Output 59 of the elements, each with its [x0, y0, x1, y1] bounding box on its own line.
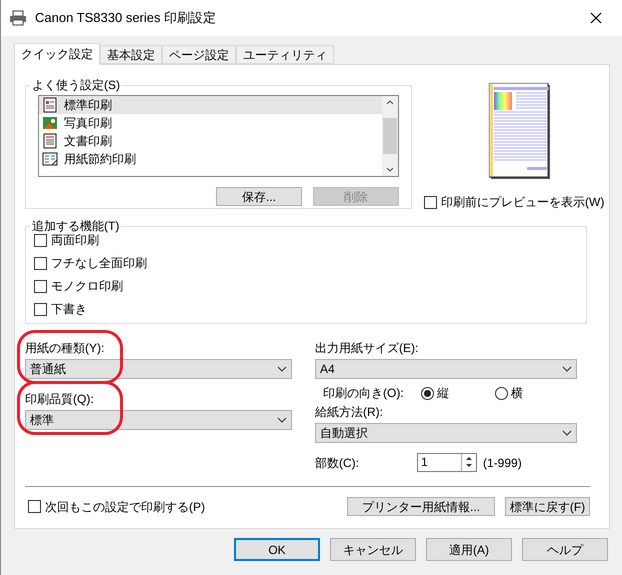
button[interactable]: ヘルプ	[522, 538, 608, 561]
field-label: 印刷の向き(O):	[323, 385, 405, 401]
chevron-down-icon	[277, 366, 287, 372]
window-title: Canon TS8330 series 印刷設定	[35, 10, 216, 26]
dropdown[interactable]: 普通紙	[25, 359, 292, 379]
checkbox[interactable]	[34, 256, 47, 270]
list-item[interactable]: 文書印刷	[39, 132, 382, 150]
checkbox[interactable]	[34, 280, 47, 292]
dropdown[interactable]: 標準	[25, 410, 292, 430]
button[interactable]: 保存...	[216, 187, 302, 206]
field-label: 部数(C):	[315, 454, 360, 470]
list-item[interactable]: 標準印刷	[39, 96, 382, 114]
range-text: (1-999)	[483, 454, 522, 470]
dropdown[interactable]: 自動選択	[315, 423, 577, 443]
checkbox-label: フチなし全面印刷	[51, 255, 147, 271]
radio-label: 横	[511, 385, 523, 401]
document-icon	[42, 133, 58, 149]
dropdown[interactable]: A4	[315, 359, 577, 379]
checkbox[interactable]	[424, 196, 437, 208]
field-label: 出力用紙サイズ(E):	[315, 340, 420, 356]
button[interactable]: キャンセル	[330, 538, 416, 561]
multi-page-icon	[42, 151, 58, 167]
button[interactable]: OK	[234, 538, 320, 561]
field-label: 印刷品質(Q):	[25, 391, 95, 407]
radio-button[interactable]	[495, 386, 508, 400]
field-label: 用紙の種類(Y):	[25, 340, 106, 356]
checkbox[interactable]	[34, 234, 47, 246]
checkbox[interactable]	[28, 500, 41, 513]
photo-icon	[42, 115, 58, 131]
checkbox-label: 次回もこの設定で印刷する(P)	[45, 498, 205, 514]
tab[interactable]: ページ設定	[162, 45, 236, 64]
tab[interactable]: クイック設定	[14, 43, 100, 65]
scrollbar[interactable]	[382, 96, 398, 176]
checkbox-label: 下書き	[51, 301, 87, 317]
tab[interactable]: 基本設定	[100, 45, 162, 64]
close-icon[interactable]	[590, 12, 602, 24]
chevron-down-icon	[562, 430, 572, 436]
document-icon	[42, 97, 58, 113]
chevron-down-icon[interactable]	[386, 167, 394, 172]
group-label: よく使う設定(S)	[31, 77, 121, 93]
button[interactable]: 標準に戻す(F)	[505, 497, 590, 516]
chevron-down-icon	[562, 366, 572, 372]
field-label: 給紙方法(R):	[315, 404, 384, 420]
checkbox[interactable]	[34, 302, 47, 316]
checkbox-label: モノクロ印刷	[51, 278, 123, 294]
printer-icon	[9, 10, 27, 26]
radio-button[interactable]	[421, 386, 434, 400]
button[interactable]: 適用(A)	[426, 538, 512, 561]
chevron-up-icon[interactable]	[386, 100, 394, 105]
chevron-down-icon	[277, 417, 287, 423]
radio-label: 縦	[437, 385, 449, 401]
tab[interactable]: ユーティリティ	[236, 45, 334, 64]
checkbox-label: 両面印刷	[51, 232, 99, 248]
group-label: 追加する機能(T)	[31, 218, 120, 234]
checkbox-label: 印刷前にプレビューを表示(W)	[441, 194, 604, 210]
spin-field[interactable]: 1	[417, 453, 477, 472]
list-item[interactable]: 写真印刷	[39, 114, 382, 132]
button[interactable]: プリンター用紙情報...	[347, 497, 495, 516]
list-item[interactable]: 用紙節約印刷	[39, 150, 382, 168]
